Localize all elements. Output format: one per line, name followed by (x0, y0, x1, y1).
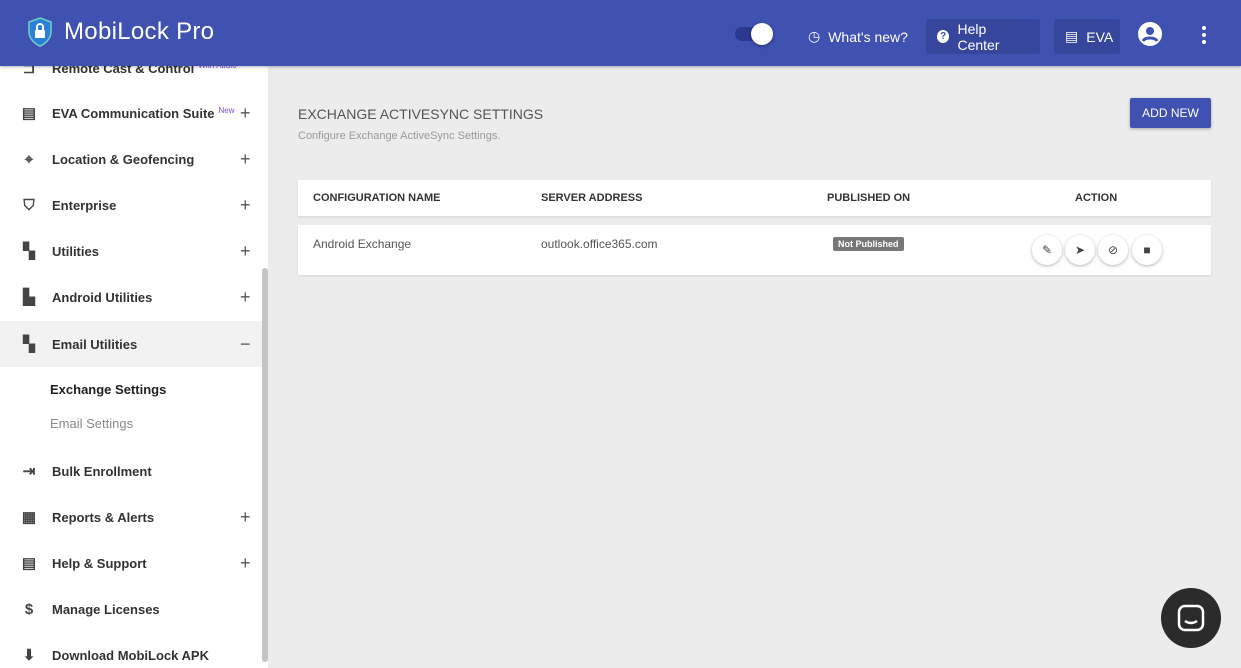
delete-button[interactable]: ■ (1132, 235, 1162, 265)
sidebar-scrollbar[interactable] (262, 268, 268, 662)
table-header: CONFIGURATION NAME SERVER ADDRESS PUBLIS… (298, 180, 1211, 216)
help-center-button[interactable]: ? Help Center (926, 19, 1040, 54)
table-row: Android Exchange outlook.office365.com N… (298, 225, 1211, 275)
collapse-icon[interactable]: − (240, 334, 251, 355)
label: Utilities (52, 243, 99, 259)
sidebar-item-enterprise[interactable]: ⛉ Enterprise + (0, 182, 262, 228)
sidebar-item-reports[interactable]: ▦ Reports & Alerts + (0, 494, 262, 540)
expand-icon[interactable]: + (240, 287, 251, 308)
account-icon[interactable] (1138, 22, 1162, 46)
more-vert-icon[interactable] (1200, 25, 1208, 45)
sidebar-item-download-apk[interactable]: ⬇ Download MobiLock APK (0, 632, 262, 668)
label: Android Utilities (52, 289, 153, 305)
sidebar-item-email-utilities[interactable]: ▚ Email Utilities − (0, 321, 262, 367)
header: MobiLock Pro ◷ What's new? ? Help Center ▤… (0, 0, 1241, 66)
android-icon: ▙ (23, 289, 35, 306)
download-icon: ⬇ (22, 647, 36, 664)
widgets-icon: ▚ (23, 336, 35, 353)
sidebar-item-manage-licenses[interactable]: $ Manage Licenses (0, 586, 262, 632)
pencil-icon: ✎ (1041, 243, 1053, 257)
edit-button[interactable]: ✎ (1032, 235, 1062, 265)
add-new-button[interactable]: ADD NEW (1130, 98, 1211, 128)
block-icon: ⊘ (1107, 243, 1119, 257)
col-config-name: CONFIGURATION NAME (313, 192, 441, 204)
login-icon: ⇥ (22, 463, 36, 480)
whats-new-button[interactable]: ◷ What's new? (797, 19, 919, 54)
label: Location & Geofencing (52, 151, 195, 167)
theme-toggle[interactable] (735, 23, 773, 45)
col-published-on: PUBLISHED ON (827, 192, 911, 204)
eva-button[interactable]: ▤ EVA (1054, 19, 1120, 54)
server-address: outlook.office365.com (541, 237, 658, 251)
expand-icon[interactable]: + (240, 553, 251, 574)
page-title: EXCHANGE ACTIVESYNC SETTINGS (298, 106, 544, 122)
brand-name: MobiLock Pro (64, 18, 215, 45)
subitem-exchange-settings[interactable]: Exchange Settings (50, 382, 166, 397)
label: Help & Support (52, 555, 147, 571)
col-action: ACTION (1075, 192, 1118, 204)
subitem-email-settings[interactable]: Email Settings (50, 416, 133, 431)
dollar-icon: $ (24, 600, 34, 618)
label: EVA (1086, 28, 1114, 45)
expand-icon[interactable]: + (240, 507, 251, 528)
clock-icon: ◷ (808, 28, 821, 44)
sidebar-item-android-utilities[interactable]: ▙ Android Utilities + (0, 274, 262, 320)
sidebar-item-help-support[interactable]: ▤ Help & Support + (0, 540, 262, 586)
expand-icon[interactable]: + (240, 195, 251, 216)
widgets-icon: ▚ (23, 243, 35, 260)
help-icon: ? (937, 30, 950, 43)
shield-icon: ⛉ (23, 196, 35, 214)
label: Download MobiLock APK (52, 647, 209, 663)
message-icon: ▤ (21, 105, 37, 122)
label: Reports & Alerts (52, 509, 155, 525)
library-icon: ▤ (21, 555, 37, 572)
sidebar-item-utilities[interactable]: ▚ Utilities + (0, 228, 262, 274)
label: What's new? (828, 28, 908, 45)
lock-shield-logo-icon (28, 17, 52, 47)
expand-icon[interactable]: + (240, 149, 251, 170)
label: Bulk Enrollment (52, 463, 152, 479)
expand-icon[interactable]: + (240, 103, 251, 124)
label: EVA Communication Suite (52, 105, 215, 121)
chat-icon: ▤ (1065, 28, 1079, 44)
label: Manage Licenses (52, 601, 160, 617)
col-server-address: SERVER ADDRESS (541, 192, 643, 204)
map-icon: ⌖ (24, 150, 34, 168)
disable-button[interactable]: ⊘ (1098, 235, 1128, 265)
expand-icon[interactable]: + (240, 241, 251, 262)
new-badge: New (218, 105, 235, 115)
label: Email Utilities (52, 336, 138, 352)
chart-icon: ▦ (21, 509, 37, 526)
page-subtitle: Configure Exchange ActiveSync Settings. (298, 130, 501, 142)
status-badge: Not Published (833, 237, 904, 251)
chat-widget-button[interactable] (1161, 588, 1221, 648)
label: Help Center (957, 20, 1000, 53)
chat-bubble-icon (1177, 604, 1205, 632)
trash-icon: ■ (1143, 243, 1151, 257)
send-icon: ➤ (1074, 243, 1086, 257)
publish-button[interactable]: ➤ (1065, 235, 1095, 265)
sidebar-item-eva[interactable]: ▤ EVA Communication Suite New + (0, 90, 262, 136)
sidebar-item-bulk-enrollment[interactable]: ⇥ Bulk Enrollment (0, 448, 262, 494)
sidebar: ⊐Remote Cast & ControlWith Audio ▤EVA Co… (0, 0, 268, 668)
label: Enterprise (52, 197, 117, 213)
config-name: Android Exchange (313, 237, 412, 251)
sidebar-item-location[interactable]: ⌖ Location & Geofencing + (0, 136, 262, 182)
